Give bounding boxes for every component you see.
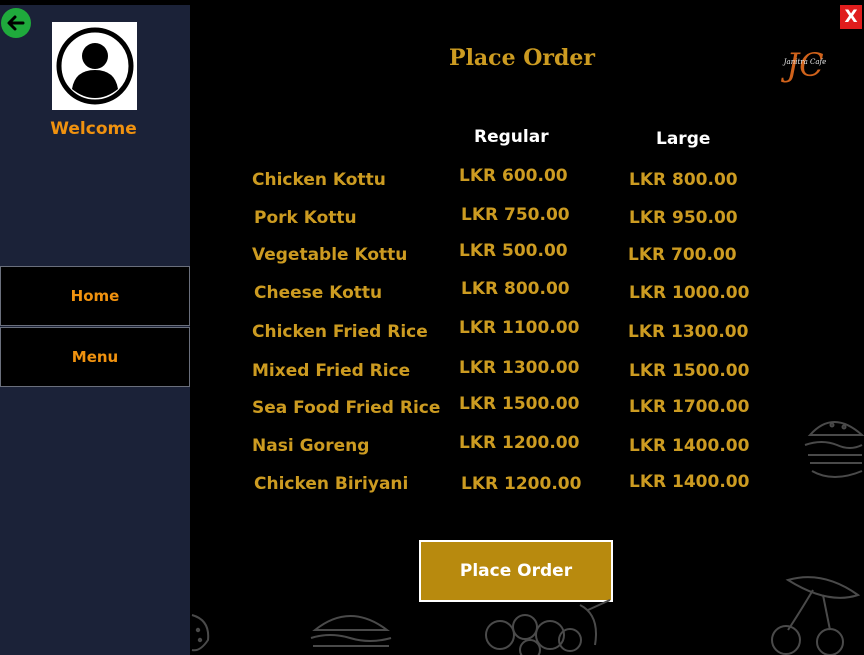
sidebar: Welcome Home Menu	[0, 5, 190, 655]
column-header-regular: Regular	[474, 127, 549, 147]
menu-item-name: Chicken Biriyani	[254, 474, 409, 494]
menu-item-name: Sea Food Fried Rice	[252, 398, 441, 418]
menu-item-price-large: LKR 1400.00	[629, 472, 750, 492]
menu-item-name: Chicken Fried Rice	[252, 322, 428, 342]
back-arrow-icon	[7, 15, 25, 31]
fruit-doodle-icon	[485, 599, 611, 655]
menu-item-price-regular: LKR 1200.00	[459, 433, 580, 453]
menu-item-price-large: LKR 1700.00	[629, 397, 750, 417]
back-button[interactable]	[1, 8, 31, 38]
menu-item-name: Pork Kottu	[254, 208, 357, 228]
menu-item-price-large: LKR 1400.00	[629, 436, 750, 456]
menu-item-price-large: LKR 700.00	[628, 245, 737, 265]
menu-item-price-regular: LKR 1100.00	[459, 318, 580, 338]
menu-item-price-large: LKR 800.00	[629, 170, 738, 190]
menu-item-name: Vegetable Kottu	[252, 245, 408, 265]
menu-item-price-regular: LKR 1500.00	[459, 394, 580, 414]
place-order-button[interactable]: Place Order	[419, 540, 613, 602]
menu-item-price-regular: LKR 800.00	[461, 279, 570, 299]
menu-item-name: Mixed Fried Rice	[252, 361, 411, 381]
cafe-logo: JC Janitra Cafe	[780, 46, 827, 84]
menu-item-name: Chicken Kottu	[252, 170, 386, 190]
menu-item-price-regular: LKR 750.00	[461, 205, 570, 225]
column-header-large: Large	[656, 129, 711, 149]
burger-doodle-icon	[804, 421, 864, 478]
menu-item-price-regular: LKR 1200.00	[461, 474, 582, 494]
strawberry-doodle-icon	[191, 614, 210, 652]
home-button[interactable]: Home	[0, 266, 190, 326]
menu-item-price-regular: LKR 600.00	[459, 166, 568, 186]
menu-item-price-large: LKR 1300.00	[628, 322, 749, 342]
menu-item-name: Nasi Goreng	[252, 436, 370, 456]
menu-item-name: Cheese Kottu	[254, 283, 383, 303]
burger-doodle-icon	[310, 615, 392, 647]
menu-item-price-large: LKR 950.00	[629, 208, 738, 228]
menu-item-price-large: LKR 1500.00	[629, 361, 750, 381]
close-button[interactable]: X	[840, 5, 862, 29]
menu-item-price-regular: LKR 1300.00	[459, 358, 580, 378]
cherry-doodle-icon	[771, 576, 861, 655]
menu-item-price-large: LKR 1000.00	[629, 283, 750, 303]
menu-item-price-regular: LKR 500.00	[459, 241, 568, 261]
welcome-label: Welcome	[50, 119, 137, 139]
svg-text:Janitra Cafe: Janitra Cafe	[782, 58, 827, 66]
user-avatar-icon	[56, 27, 133, 105]
menu-button[interactable]: Menu	[0, 327, 190, 387]
avatar	[52, 22, 137, 110]
page-title: Place Order	[449, 45, 595, 71]
